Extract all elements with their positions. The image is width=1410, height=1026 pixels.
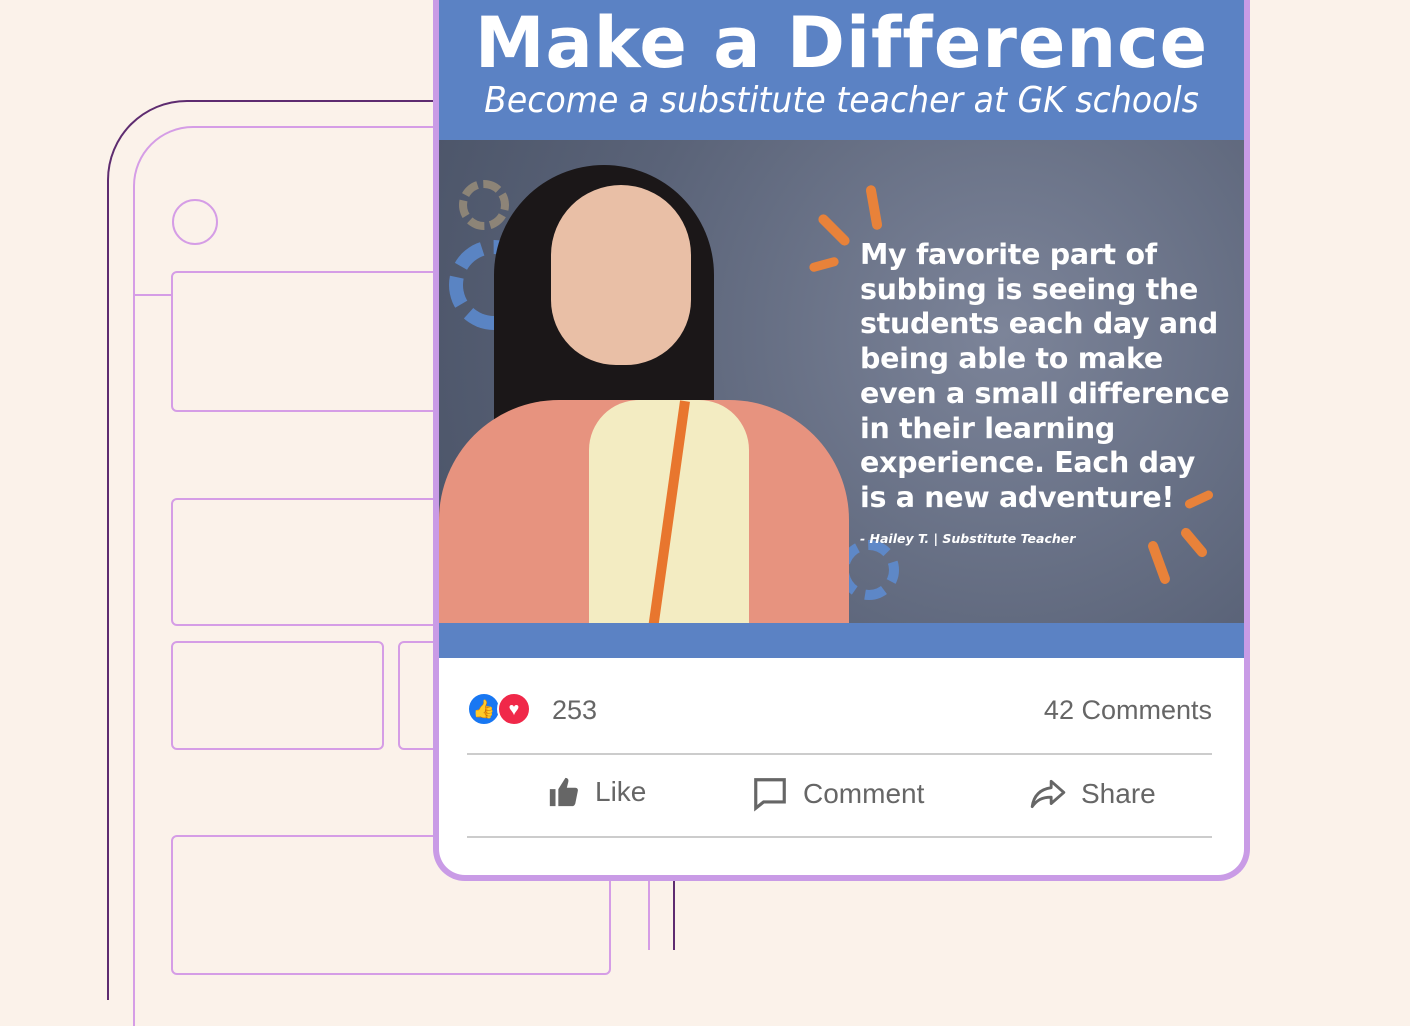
love-reaction-icon: ♥ <box>497 692 531 726</box>
quote-attribution: - Hailey T. | Substitute Teacher <box>860 531 1076 546</box>
avatar-placeholder <box>172 199 218 245</box>
share-label: Share <box>1081 778 1156 809</box>
comment-button[interactable]: Comment <box>751 775 924 813</box>
person-face <box>551 185 691 365</box>
post-header-banner: Make a Difference Become a substitute te… <box>439 0 1244 140</box>
like-button[interactable]: Like <box>547 775 646 809</box>
share-icon <box>1030 779 1066 809</box>
divider <box>467 836 1212 838</box>
accent-spark <box>865 184 883 231</box>
like-reaction-icon: 👍 <box>467 692 501 726</box>
divider <box>648 870 650 950</box>
divider <box>467 753 1212 755</box>
gear-icon <box>459 180 509 230</box>
reaction-count[interactable]: 253 <box>552 695 597 726</box>
placeholder-block <box>171 641 384 750</box>
banner-subtitle: Become a substitute teacher at GK school… <box>484 80 1199 121</box>
divider <box>133 294 173 296</box>
share-button[interactable]: Share <box>1029 775 1156 813</box>
post-stats: 👍 ♥ 253 42 Comments <box>467 692 1212 732</box>
banner-footer-strip <box>439 623 1244 658</box>
like-label: Like <box>595 776 647 807</box>
accent-spark <box>1178 525 1210 560</box>
accent-spark <box>1146 539 1172 586</box>
comment-icon <box>754 778 786 812</box>
post-image[interactable]: My favorite part of subbing is seeing th… <box>439 140 1244 623</box>
testimonial-quote: My favorite part of subbing is seeing th… <box>860 238 1230 514</box>
banner-title: Make a Difference <box>474 2 1209 84</box>
social-post-card: Make a Difference Become a substitute te… <box>433 0 1250 881</box>
placeholder-block <box>171 271 471 412</box>
accent-spark <box>808 256 840 273</box>
placeholder-block <box>171 498 471 626</box>
comment-count[interactable]: 42 Comments <box>1044 695 1212 726</box>
accent-spark <box>816 212 852 248</box>
thumbs-up-icon <box>549 777 578 807</box>
comment-label: Comment <box>803 778 925 809</box>
